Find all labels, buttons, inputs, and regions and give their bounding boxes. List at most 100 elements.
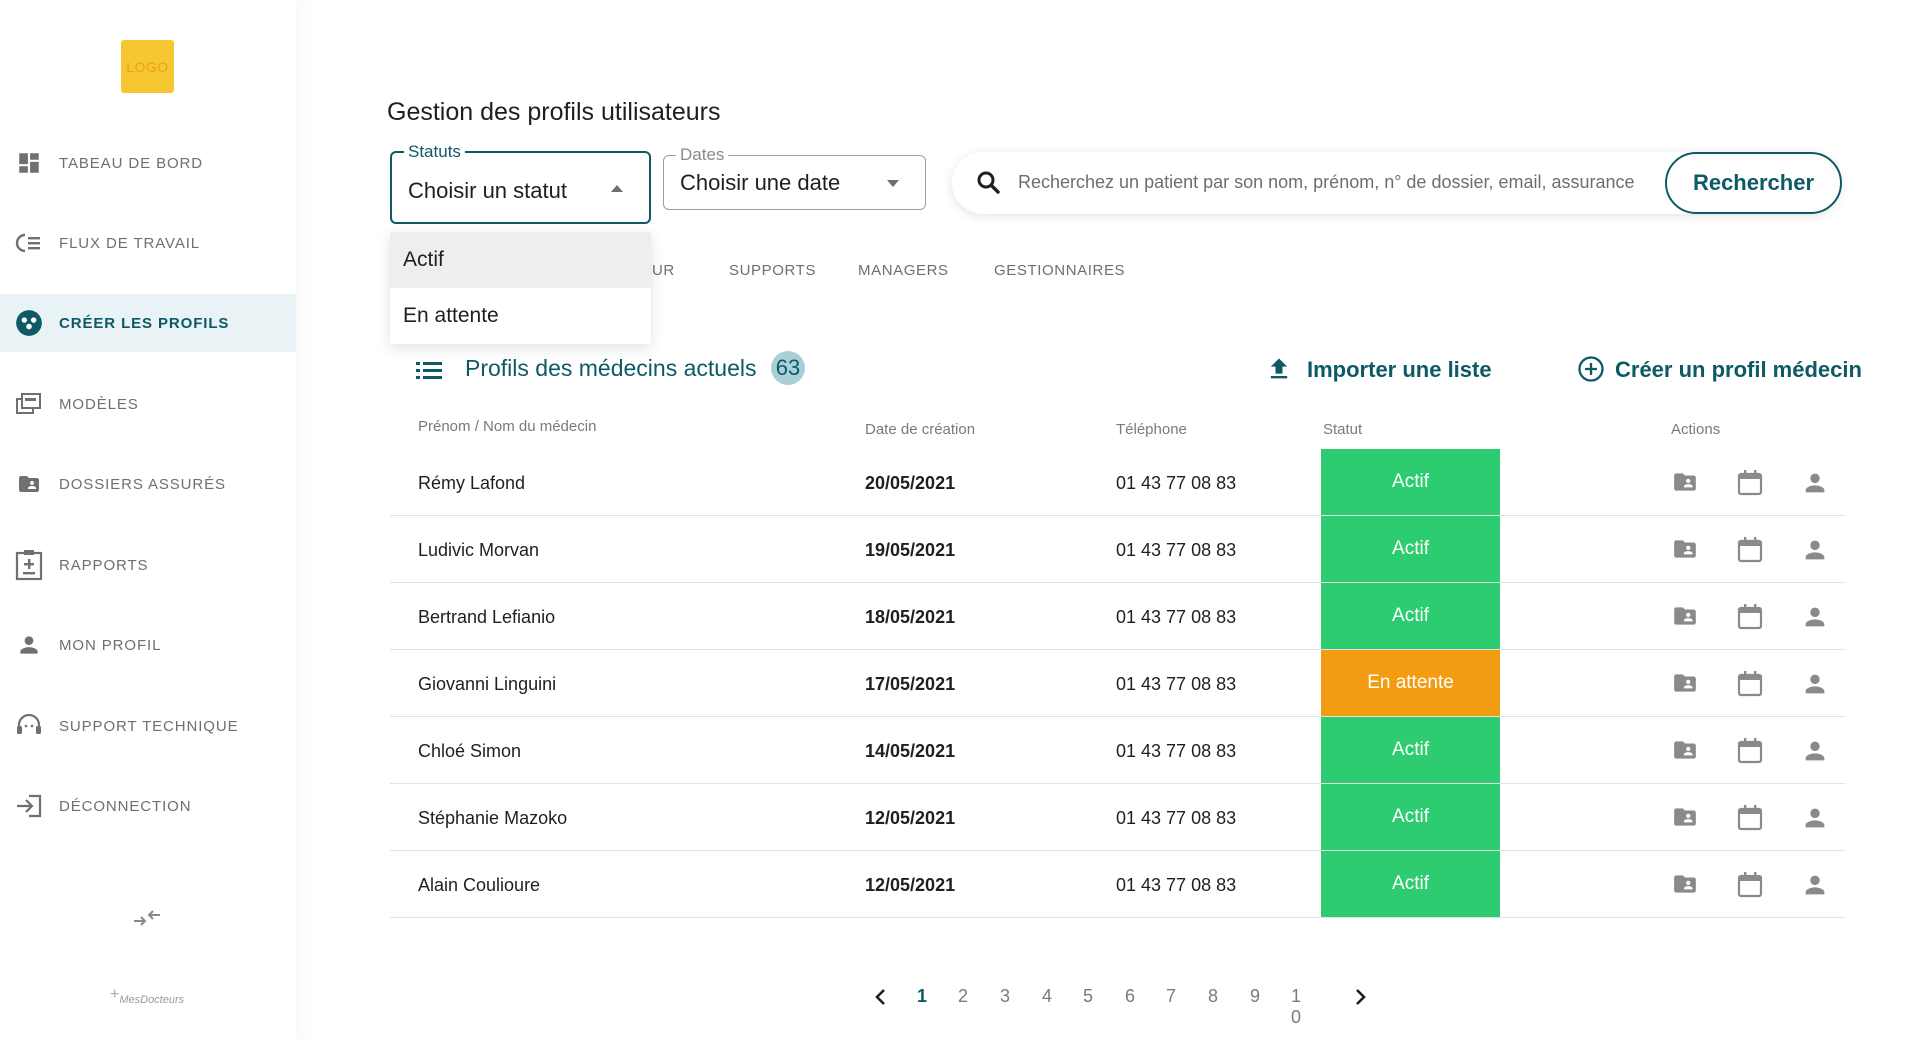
phone-number: 01 43 77 08 83 — [1116, 875, 1237, 895]
search-icon — [976, 170, 1002, 196]
caret-down-icon — [887, 180, 899, 187]
page-7[interactable]: 7 — [1166, 986, 1176, 1007]
calendar-icon[interactable] — [1736, 871, 1764, 899]
status-badge: Actif — [1321, 851, 1500, 917]
brand-plus-icon: + — [110, 986, 120, 1003]
page-9[interactable]: 9 — [1250, 986, 1260, 1007]
sidebar-item-label: SUPPORT TECHNIQUE — [59, 717, 239, 735]
calendar-icon[interactable] — [1736, 737, 1764, 765]
column-header-actions: Actions — [1671, 421, 1721, 438]
create-doctor-profile-button[interactable]: Créer un profil médecin — [1615, 357, 1862, 383]
creation-date: 17/05/2021 — [865, 674, 956, 694]
tab-ur[interactable]: UR — [652, 262, 675, 279]
folder-user-icon[interactable] — [1671, 871, 1699, 899]
calendar-icon[interactable] — [1736, 670, 1764, 698]
status-option-en-attente[interactable]: En attente — [390, 288, 651, 344]
column-header-phone: Téléphone — [1116, 421, 1187, 438]
folder-user-icon[interactable] — [1671, 737, 1699, 765]
status-badge: En attente — [1321, 650, 1500, 716]
sidebar-item-dashboard[interactable]: TABEAU DE BORD — [0, 134, 296, 192]
page-6[interactable]: 6 — [1125, 986, 1135, 1007]
phone-number: 01 43 77 08 83 — [1116, 808, 1237, 828]
search-input[interactable]: Recherchez un patient par son nom, préno… — [1018, 172, 1635, 193]
report-icon — [14, 550, 44, 581]
status-dropdown-menu: Actif En attente — [390, 232, 651, 344]
sidebar-item-my-profile[interactable]: MON PROFIL — [0, 616, 296, 674]
chevron-left-icon[interactable] — [873, 988, 889, 1006]
tab-managers[interactable]: MANAGERS — [858, 262, 949, 279]
page-3[interactable]: 3 — [1000, 986, 1010, 1007]
add-circle-icon — [1577, 355, 1605, 383]
import-list-button[interactable]: Importer une liste — [1307, 357, 1492, 383]
column-header-status: Statut — [1323, 421, 1363, 438]
person-icon[interactable] — [1801, 603, 1829, 631]
folder-user-icon[interactable] — [1671, 670, 1699, 698]
logo: LOGO — [121, 40, 174, 93]
status-badge: Actif — [1321, 516, 1500, 582]
calendar-icon[interactable] — [1736, 536, 1764, 564]
folder-user-icon[interactable] — [1671, 469, 1699, 497]
creation-date: 12/05/2021 — [865, 875, 956, 895]
calendar-icon[interactable] — [1736, 603, 1764, 631]
sidebar-item-create-profiles[interactable]: CRÉER LES PROFILS — [0, 294, 296, 352]
table-row: Bertrand Lefianio 18/05/2021 01 43 77 08 8… — [390, 583, 1845, 650]
status-select[interactable]: Statuts Choisir un statut — [390, 142, 651, 224]
status-badge: Actif — [1321, 717, 1500, 783]
page-2[interactable]: 2 — [958, 986, 968, 1007]
folder-user-icon — [14, 469, 44, 499]
chevron-right-icon[interactable] — [1352, 988, 1368, 1006]
dates-select[interactable]: Dates Choisir une date — [663, 145, 926, 210]
sidebar-item-insured-files[interactable]: DOSSIERS ASSURÉS — [0, 455, 296, 513]
sidebar-item-label: MODÈLES — [59, 395, 139, 413]
doctor-name: Bertrand Lefianio — [418, 607, 556, 627]
sidebar-item-label: RAPPORTS — [59, 556, 149, 574]
person-icon[interactable] — [1801, 737, 1829, 765]
tab-supports[interactable]: SUPPORTS — [729, 262, 816, 279]
phone-number: 01 43 77 08 83 — [1116, 540, 1237, 560]
sidebar-item-support[interactable]: SUPPORT TECHNIQUE — [0, 697, 296, 755]
page-1[interactable]: 1 — [917, 986, 927, 1007]
doctor-name: Stéphanie Mazoko — [418, 808, 568, 828]
brand-footer: +MesDocteurs — [110, 986, 185, 1008]
doctor-name: Alain Coulioure — [418, 875, 541, 895]
calendar-icon[interactable] — [1736, 804, 1764, 832]
person-icon — [14, 630, 44, 660]
sidebar-item-workflow[interactable]: FLUX DE TRAVAIL — [0, 214, 296, 272]
status-select-legend: Statuts — [404, 142, 465, 162]
sidebar-item-reports[interactable]: RAPPORTS — [0, 536, 296, 594]
sidebar-item-label: DOSSIERS ASSURÉS — [59, 475, 226, 493]
person-icon[interactable] — [1801, 670, 1829, 698]
page-5[interactable]: 5 — [1083, 986, 1093, 1007]
creation-date: 14/05/2021 — [865, 741, 956, 761]
tab-gestionnaires[interactable]: GESTIONNAIRES — [994, 262, 1125, 279]
folder-user-icon[interactable] — [1671, 536, 1699, 564]
collapse-sidebar-icon[interactable] — [132, 906, 162, 930]
sidebar-item-label: FLUX DE TRAVAIL — [59, 234, 201, 252]
phone-number: 01 43 77 08 83 — [1116, 674, 1237, 694]
sidebar-item-logout[interactable]: DÉCONNECTION — [0, 777, 296, 835]
sidebar-item-label: MON PROFIL — [59, 636, 162, 654]
table-row: Giovanni Linguini 17/05/2021 01 43 77 08 8… — [390, 650, 1845, 717]
folder-user-icon[interactable] — [1671, 804, 1699, 832]
person-icon[interactable] — [1801, 871, 1829, 899]
page-10[interactable]: 1 0 — [1291, 986, 1301, 1028]
calendar-icon[interactable] — [1736, 469, 1764, 497]
column-header-date: Date de création — [865, 421, 976, 438]
sidebar-item-templates[interactable]: MODÈLES — [0, 375, 296, 433]
folder-user-icon[interactable] — [1671, 603, 1699, 631]
brand-text: MesDocteurs — [119, 994, 185, 1006]
page-4[interactable]: 4 — [1042, 986, 1052, 1007]
dates-select-value: Choisir une date — [680, 170, 841, 195]
person-icon[interactable] — [1801, 804, 1829, 832]
person-icon[interactable] — [1801, 536, 1829, 564]
page-8[interactable]: 8 — [1208, 986, 1218, 1007]
doctor-name: Rémy Lafond — [418, 473, 526, 493]
doctor-name: Giovanni Linguini — [418, 674, 557, 694]
sidebar-item-label: TABEAU DE BORD — [59, 154, 204, 172]
dates-select-legend: Dates — [676, 145, 729, 165]
person-icon[interactable] — [1801, 469, 1829, 497]
status-badge: Actif — [1321, 784, 1500, 850]
sidebar-item-label: CRÉER LES PROFILS — [59, 314, 230, 332]
status-option-actif[interactable]: Actif — [390, 232, 651, 288]
search-button[interactable]: Rechercher — [1665, 152, 1842, 214]
